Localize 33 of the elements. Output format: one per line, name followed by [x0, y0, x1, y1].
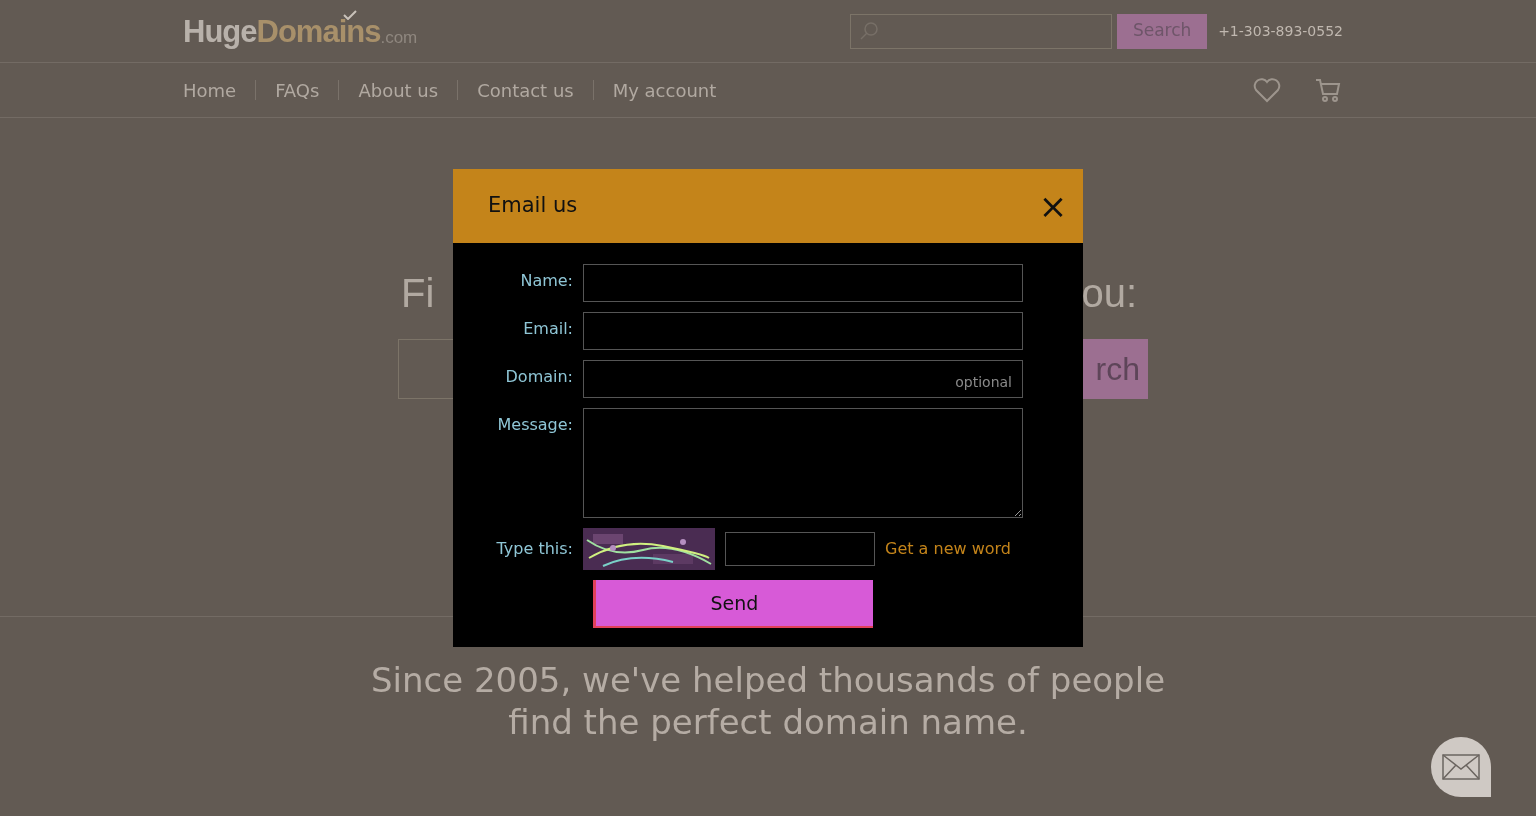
- hero-heading: Fi: [401, 273, 435, 313]
- nav-link[interactable]: Contact us: [477, 76, 574, 104]
- logo-domain-suffix: .com: [380, 28, 418, 46]
- logo-text: Domains: [256, 15, 381, 47]
- nav-link[interactable]: About us: [358, 76, 439, 104]
- field-label: Name:: [519, 270, 574, 292]
- tagline-text: find the perfect domain name.: [508, 701, 1028, 743]
- tagline-text: Since 2005, we've helped thousands of people: [370, 659, 1166, 701]
- email-chat-button[interactable]: [1431, 737, 1491, 797]
- field-label: Domain:: [504, 366, 574, 388]
- envelope-icon: [1442, 754, 1480, 780]
- message-field[interactable]: [583, 408, 1023, 518]
- text-field[interactable]: [583, 264, 1023, 302]
- field-label: Message:: [496, 414, 574, 436]
- phone-number: +1-303-893-0552: [1218, 21, 1343, 41]
- close-button[interactable]: ×: [1043, 191, 1063, 221]
- cart-icon[interactable]: [1315, 77, 1341, 103]
- text-field[interactable]: [583, 312, 1023, 350]
- new-word-link[interactable]: Get a new word: [885, 537, 1011, 561]
- search-field[interactable]: [850, 13, 1113, 49]
- field-label: Type this:: [495, 538, 574, 560]
- send-button[interactable]: Send: [593, 580, 873, 628]
- text-field[interactable]: optional: [583, 360, 1023, 398]
- heart-icon[interactable]: [1253, 77, 1281, 103]
- logo-text: Huge: [183, 15, 257, 47]
- dialog-title: Email us: [488, 192, 578, 220]
- nav-link[interactable]: My account: [612, 76, 717, 104]
- nav-link[interactable]: FAQs: [275, 76, 320, 104]
- nav-link[interactable]: Home: [183, 76, 237, 104]
- hero-heading: ou:: [1081, 273, 1137, 313]
- field-label: Email:: [522, 318, 574, 340]
- check-icon: [343, 9, 357, 20]
- captcha-field[interactable]: [725, 532, 875, 566]
